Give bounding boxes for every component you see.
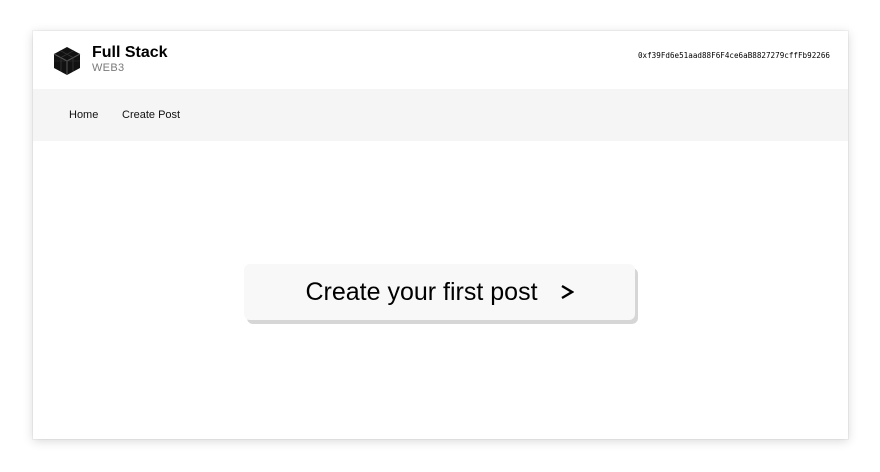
nav-link-home[interactable]: Home: [69, 109, 98, 122]
create-first-post-button[interactable]: Create your first post: [244, 264, 635, 320]
brand-title[interactable]: Full Stack: [92, 44, 168, 62]
main-content: Create your first post: [33, 141, 848, 439]
wallet-address: 0xf39Fd6e51aad88F6F4ce6aB8827279cffFb922…: [637, 51, 830, 60]
cube-icon[interactable]: [53, 46, 81, 76]
chevron-right-icon: [560, 284, 574, 300]
main-nav: Home Create Post: [33, 89, 848, 141]
brand-subtitle: WEB3: [92, 62, 125, 74]
app-window: Full Stack WEB3 0xf39Fd6e51aad88F6F4ce6a…: [33, 31, 848, 439]
create-first-post-label: Create your first post: [305, 278, 538, 306]
site-header: Full Stack WEB3 0xf39Fd6e51aad88F6F4ce6a…: [33, 31, 848, 89]
nav-link-create-post[interactable]: Create Post: [122, 109, 180, 122]
